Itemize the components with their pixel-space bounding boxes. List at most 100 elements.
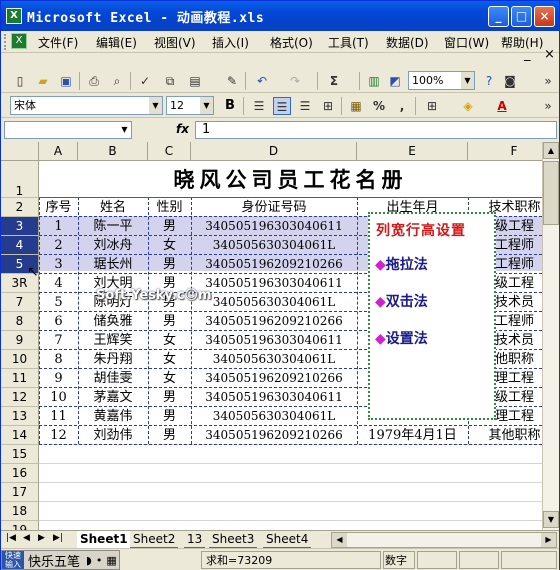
row-header[interactable]: 15 xyxy=(1,445,39,464)
row-header[interactable]: 1 xyxy=(1,161,39,198)
percent-button[interactable]: % xyxy=(370,97,388,115)
table-cell[interactable]: 琚长州 xyxy=(78,255,148,274)
punctuation-icon[interactable]: • xyxy=(94,554,105,567)
open-icon[interactable]: ▰ xyxy=(34,72,52,90)
table-cell[interactable]: 4 xyxy=(39,274,78,293)
font-select[interactable]: 宋体 ▼ xyxy=(10,96,163,115)
table-cell[interactable]: 朱丹翔 xyxy=(78,350,148,369)
table-cell[interactable]: 储奂雅 xyxy=(78,312,148,331)
column-header-a[interactable]: A xyxy=(39,142,78,161)
drawing-icon[interactable]: ◩ xyxy=(386,72,404,90)
column-header-e[interactable]: E xyxy=(357,142,468,161)
table-cell[interactable]: 男 xyxy=(148,388,191,407)
ime-logo-icon[interactable]: 快速 输入 xyxy=(2,551,24,569)
autosum-icon[interactable]: Σ xyxy=(325,72,343,90)
row-header[interactable]: 9 xyxy=(1,331,39,350)
align-right-icon[interactable]: ☰ xyxy=(296,97,314,115)
row-header[interactable]: 16 xyxy=(1,464,39,483)
tab-sheet3[interactable]: Sheet3 xyxy=(209,531,258,548)
table-cell[interactable]: 女 xyxy=(148,236,191,255)
row-header[interactable]: 14 xyxy=(1,426,39,445)
chevron-down-icon[interactable]: ▼ xyxy=(200,97,213,114)
fill-color-icon[interactable]: ◈ xyxy=(459,97,477,115)
table-cell[interactable]: 340505630304061L xyxy=(191,407,357,426)
table-cell[interactable]: 王辉笑 xyxy=(78,331,148,350)
table-cell[interactable]: 340505630304061L xyxy=(191,350,357,369)
row-header[interactable]: 3 xyxy=(1,217,39,236)
table-cell[interactable]: 340505196303040611 xyxy=(191,388,357,407)
row-header[interactable]: 4 xyxy=(1,236,39,255)
first-sheet-icon[interactable]: |◀ xyxy=(6,533,16,543)
table-cell[interactable]: 男 xyxy=(148,312,191,331)
row-header[interactable]: 17 xyxy=(1,483,39,502)
table-cell[interactable]: 男 xyxy=(148,407,191,426)
row-header[interactable]: 10 xyxy=(1,350,39,369)
table-cell[interactable]: 340505196209210266 xyxy=(191,255,357,274)
table-cell[interactable]: 黄嘉伟 xyxy=(78,407,148,426)
minimize-button[interactable]: _ xyxy=(488,6,509,27)
table-cell[interactable]: 340505196209210266 xyxy=(191,312,357,331)
menu-view[interactable]: 视图(V) xyxy=(154,34,196,51)
zoom-select[interactable]: 100% ▼ xyxy=(408,71,475,90)
column-header-d[interactable]: D xyxy=(191,142,357,161)
toolbar-options-icon[interactable]: » xyxy=(539,97,557,115)
redo-icon[interactable]: ↷ xyxy=(286,72,304,90)
header-cell[interactable]: 姓名 xyxy=(78,198,148,217)
chevron-down-icon[interactable]: ▼ xyxy=(149,97,162,114)
table-cell[interactable]: 340505196209210266 xyxy=(191,426,357,445)
borders-icon[interactable]: ⊞ xyxy=(423,97,441,115)
table-cell[interactable]: 340505630304061L xyxy=(191,236,357,255)
chart-wizard-icon[interactable]: ▥ xyxy=(365,72,383,90)
table-cell[interactable]: 340505196303040611 xyxy=(191,331,357,350)
bold-button[interactable]: B xyxy=(221,97,239,115)
table-cell[interactable]: 340505630304061L xyxy=(191,293,357,312)
table-cell[interactable]: 3 xyxy=(39,255,78,274)
table-cell[interactable]: 10 xyxy=(39,388,78,407)
save-icon[interactable]: ▣ xyxy=(57,72,75,90)
copy-icon[interactable]: ⧉ xyxy=(161,72,179,90)
align-center-icon[interactable]: ☰ xyxy=(273,97,291,115)
scroll-right-icon[interactable]: ▶ xyxy=(541,533,556,547)
table-cell[interactable]: 男 xyxy=(148,255,191,274)
header-cell[interactable]: 序号 xyxy=(39,198,78,217)
table-cell[interactable]: 8 xyxy=(39,350,78,369)
print-icon[interactable]: ⎙ xyxy=(85,72,103,90)
column-header-c[interactable]: C xyxy=(148,142,191,161)
row-header[interactable]: 19 xyxy=(1,521,39,530)
table-cell[interactable]: 6 xyxy=(39,312,78,331)
select-all-corner[interactable] xyxy=(1,142,39,161)
table-cell[interactable]: 340505196209210266 xyxy=(191,369,357,388)
scroll-thumb[interactable] xyxy=(543,161,559,225)
name-box[interactable]: ▼ xyxy=(4,121,132,139)
font-color-button[interactable]: A xyxy=(493,97,511,115)
comma-button[interactable]: , xyxy=(393,97,411,115)
table-cell[interactable]: 1 xyxy=(39,217,78,236)
table-cell[interactable]: 340505196303040611 xyxy=(191,274,357,293)
table-cell[interactable]: 女 xyxy=(148,331,191,350)
soft-keyboard-icon[interactable]: ▦ xyxy=(104,554,118,567)
table-cell[interactable]: 340505196303040611 xyxy=(191,217,357,236)
menu-insert[interactable]: 插入(I) xyxy=(212,34,249,51)
menu-file[interactable]: 文件(F) xyxy=(38,34,78,51)
new-icon[interactable]: ▯ xyxy=(11,72,29,90)
table-cell[interactable]: 刘劲伟 xyxy=(78,426,148,445)
table-cell[interactable]: 11 xyxy=(39,407,78,426)
row-header[interactable]: 13 xyxy=(1,407,39,426)
scroll-down-icon[interactable]: ▼ xyxy=(543,511,559,528)
table-cell[interactable]: 5 xyxy=(39,293,78,312)
align-left-icon[interactable]: ☰ xyxy=(250,97,268,115)
toolbar-options-icon[interactable]: » xyxy=(539,72,557,90)
merge-center-icon[interactable]: ⊞ xyxy=(319,97,337,115)
table-cell[interactable]: 其他职称 xyxy=(468,426,542,445)
camera-icon[interactable]: ◙ xyxy=(501,72,519,90)
table-cell[interactable]: 9 xyxy=(39,369,78,388)
table-cell[interactable]: 陈一平 xyxy=(78,217,148,236)
row-header[interactable]: 7 xyxy=(1,293,39,312)
tab-sheet4[interactable]: Sheet4 xyxy=(263,531,312,548)
next-sheet-icon[interactable]: ▶ xyxy=(38,533,45,543)
tab-sheet1[interactable]: Sheet1 xyxy=(77,531,131,548)
menu-edit[interactable]: 编辑(E) xyxy=(96,34,137,51)
title-bar[interactable]: X Microsoft Excel - 动画教程.xls _ □ × xyxy=(1,1,559,31)
last-sheet-icon[interactable]: ▶| xyxy=(53,533,63,543)
table-cell[interactable]: 1979年4月1日 xyxy=(357,426,468,445)
